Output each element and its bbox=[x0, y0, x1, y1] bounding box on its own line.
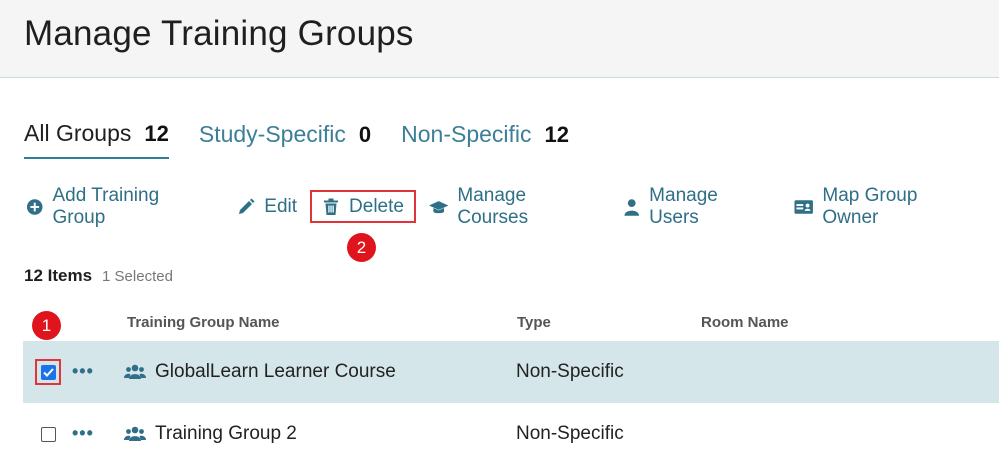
manage-users-button[interactable]: Manage Users bbox=[623, 185, 769, 228]
toolbar: Add Training Group Edit Delete Manage Co… bbox=[26, 185, 999, 228]
pencil-icon bbox=[239, 198, 255, 214]
more-icon[interactable]: ••• bbox=[72, 361, 94, 382]
trash-icon bbox=[324, 198, 339, 215]
table-row[interactable]: ••• GlobalLearn Learner Course Non-Speci… bbox=[23, 341, 999, 403]
page-title: Manage Training Groups bbox=[24, 14, 414, 53]
tab-label: Study-Specific bbox=[198, 121, 346, 147]
map-group-owner-button[interactable]: Map Group Owner bbox=[794, 185, 974, 228]
column-header-type[interactable]: Type bbox=[517, 314, 551, 331]
map-group-owner-label: Map Group Owner bbox=[822, 184, 918, 228]
tab-label: All Groups bbox=[24, 120, 132, 146]
users-icon bbox=[124, 364, 146, 379]
training-group-type: Non-Specific bbox=[516, 361, 624, 382]
tab-count: 12 bbox=[544, 122, 569, 147]
tab-study-specific[interactable]: Study-Specific 0 bbox=[199, 121, 371, 158]
checkbox-unchecked[interactable] bbox=[40, 426, 56, 442]
tab-all-groups[interactable]: All Groups 12 bbox=[24, 120, 169, 159]
step-callout-2: 2 bbox=[347, 233, 376, 262]
page-header: Manage Training Groups bbox=[0, 0, 999, 78]
manage-users-label: Manage Users bbox=[649, 184, 718, 228]
group-tabs: All Groups 12 Study-Specific 0 Non-Speci… bbox=[24, 120, 599, 159]
column-header-room[interactable]: Room Name bbox=[701, 314, 789, 331]
add-training-group-label: Add Training Group bbox=[52, 184, 160, 228]
training-group-type: Non-Specific bbox=[516, 423, 624, 444]
row-checkbox[interactable] bbox=[35, 359, 61, 385]
tab-non-specific[interactable]: Non-Specific 12 bbox=[401, 121, 569, 158]
edit-button[interactable]: Edit bbox=[237, 192, 297, 222]
more-icon[interactable]: ••• bbox=[72, 423, 94, 444]
tab-count: 12 bbox=[144, 121, 169, 146]
selected-count: 1 Selected bbox=[102, 268, 173, 285]
items-count: 12 Items bbox=[24, 266, 93, 285]
table-row[interactable]: ••• Training Group 2 Non-Specific bbox=[23, 403, 999, 465]
manage-courses-label: Manage Courses bbox=[457, 184, 529, 228]
training-group-name: GlobalLearn Learner Course bbox=[155, 361, 396, 382]
id-card-icon bbox=[794, 199, 813, 214]
delete-label: Delete bbox=[349, 195, 404, 217]
checkbox-checked[interactable] bbox=[40, 364, 56, 380]
column-header-name[interactable]: Training Group Name bbox=[127, 314, 280, 331]
step-callout-1: 1 bbox=[32, 311, 61, 340]
manage-courses-button[interactable]: Manage Courses bbox=[428, 185, 598, 228]
row-checkbox[interactable] bbox=[35, 421, 61, 447]
delete-button[interactable]: Delete bbox=[310, 190, 416, 223]
add-training-group-button[interactable]: Add Training Group bbox=[26, 185, 212, 228]
items-summary: 12 Items 1 Selected bbox=[24, 266, 173, 286]
checkmark-icon bbox=[42, 367, 54, 377]
plus-circle-icon bbox=[26, 198, 43, 215]
training-group-name: Training Group 2 bbox=[155, 423, 297, 444]
user-icon bbox=[624, 198, 639, 216]
edit-label: Edit bbox=[264, 195, 298, 217]
tab-count: 0 bbox=[358, 122, 372, 147]
graduation-cap-icon bbox=[428, 200, 449, 213]
tab-label: Non-Specific bbox=[401, 121, 532, 147]
users-icon bbox=[124, 426, 146, 441]
